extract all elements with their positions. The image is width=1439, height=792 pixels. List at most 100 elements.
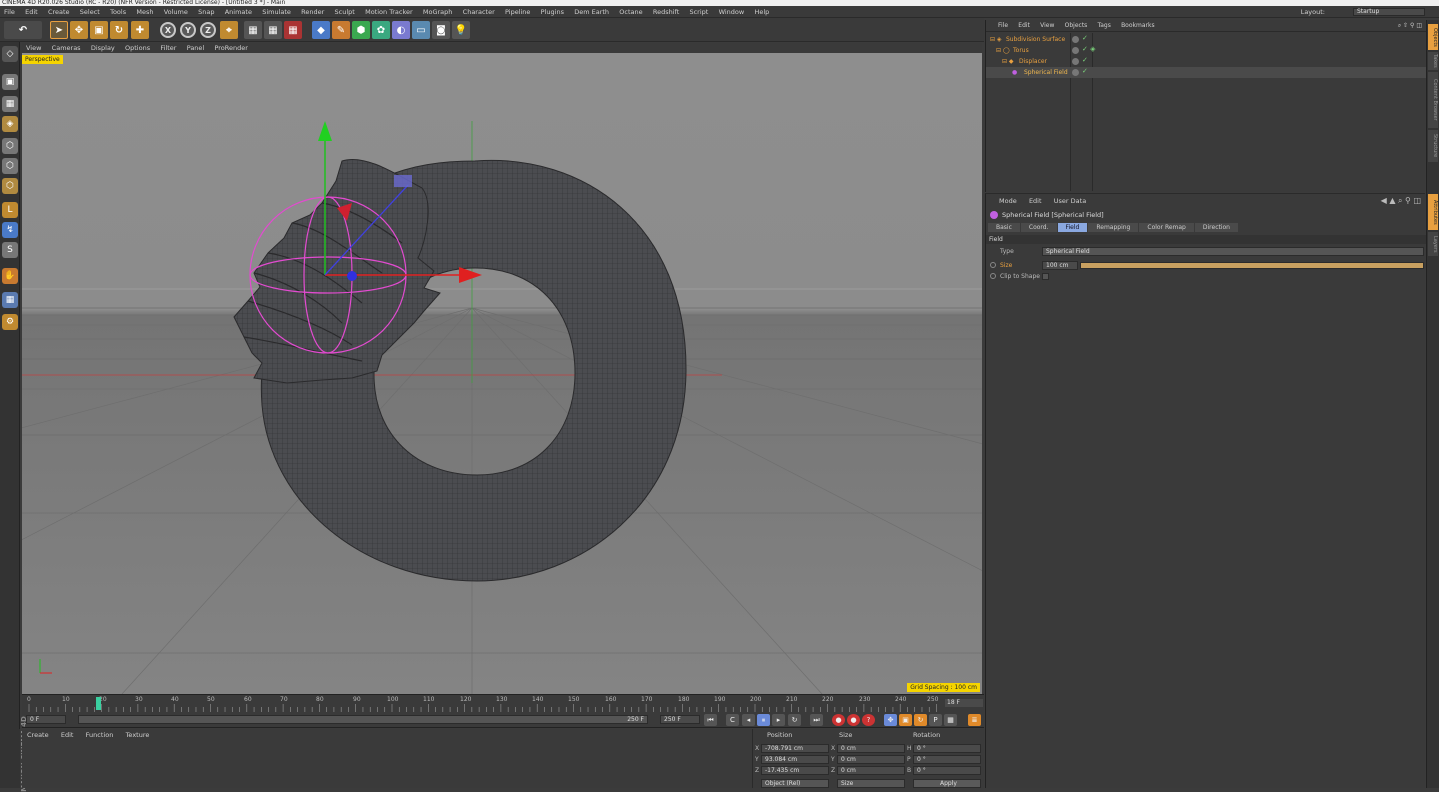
end-frame-field[interactable]: 250 F bbox=[660, 715, 700, 724]
material-menu-function[interactable]: Function bbox=[81, 729, 119, 741]
tab-remapping[interactable]: Remapping bbox=[1088, 223, 1139, 232]
next-frame-icon[interactable]: ▸ bbox=[772, 714, 785, 726]
viewport-scene[interactable] bbox=[22, 53, 982, 694]
z-axis-lock-button[interactable]: Z bbox=[200, 22, 216, 38]
menu-render[interactable]: Render bbox=[297, 6, 328, 18]
visibility-dot[interactable] bbox=[1072, 36, 1079, 43]
model-mode-icon[interactable]: ▣ bbox=[2, 74, 18, 90]
next-key-icon[interactable]: ↻ bbox=[788, 714, 801, 726]
grid-icon[interactable]: ▦ bbox=[2, 292, 18, 308]
menu-help[interactable]: Help bbox=[750, 6, 773, 18]
apply-button[interactable]: Apply bbox=[913, 779, 981, 788]
menu-motion-tracker[interactable]: Motion Tracker bbox=[361, 6, 417, 18]
menu-simulate[interactable]: Simulate bbox=[258, 6, 295, 18]
size-y-field[interactable]: 0 cm bbox=[837, 755, 905, 764]
menu-select[interactable]: Select bbox=[76, 6, 104, 18]
camera-icon[interactable]: ◙ bbox=[432, 21, 450, 39]
menu-redshift[interactable]: Redshift bbox=[649, 6, 683, 18]
timeline-menu-icon[interactable]: ≣ bbox=[968, 714, 981, 726]
polygons-mode-icon[interactable]: ⬡ bbox=[2, 178, 18, 194]
tab-direction[interactable]: Direction bbox=[1194, 223, 1238, 232]
autokey-icon[interactable]: ● bbox=[847, 714, 860, 726]
texture-mode-icon[interactable]: ▦ bbox=[2, 96, 18, 112]
key-position-icon[interactable]: ✥ bbox=[884, 714, 897, 726]
viewport-menu-display[interactable]: Display bbox=[87, 43, 119, 53]
size-z-field[interactable]: 0 cm bbox=[837, 766, 905, 775]
menu-pipeline[interactable]: Pipeline bbox=[501, 6, 534, 18]
menu-animate[interactable]: Animate bbox=[221, 6, 256, 18]
x-axis-lock-button[interactable]: X bbox=[160, 22, 176, 38]
enabled-check-icon[interactable]: ✓ bbox=[1082, 34, 1088, 42]
visibility-dot[interactable] bbox=[1072, 69, 1079, 76]
objmgr-menu-view[interactable]: View bbox=[1036, 20, 1058, 32]
position-z-field[interactable]: -17.435 cm bbox=[761, 766, 829, 775]
perspective-viewport[interactable]: Perspective Grid Spacing : 100 cm ✥⇕⟲◫ bbox=[22, 53, 982, 694]
lock-workplane-icon[interactable]: ⚙ bbox=[2, 314, 18, 330]
render-view-icon[interactable]: ▦ bbox=[244, 21, 262, 39]
attr-menu-mode[interactable]: Mode bbox=[994, 197, 1022, 205]
menu-plugins[interactable]: Plugins bbox=[537, 6, 568, 18]
y-axis-lock-button[interactable]: Y bbox=[180, 22, 196, 38]
rotation-p-field[interactable]: 0 ° bbox=[913, 755, 981, 764]
go-to-end-icon[interactable]: ⏭ bbox=[810, 714, 823, 726]
tab-structure[interactable]: Structure bbox=[1428, 130, 1438, 162]
tab-layers[interactable]: Layers bbox=[1428, 232, 1438, 256]
snap-icon[interactable]: S bbox=[2, 242, 18, 258]
viewport-menu-view[interactable]: View bbox=[22, 43, 45, 53]
tweak-mode-icon[interactable]: ↯ bbox=[2, 222, 18, 238]
enabled-check-icon[interactable]: ✓ bbox=[1082, 67, 1088, 75]
menu-mograph[interactable]: MoGraph bbox=[419, 6, 457, 18]
render-settings-icon[interactable]: ▦ bbox=[284, 21, 302, 39]
tab-objects[interactable]: Objects bbox=[1428, 24, 1438, 50]
viewport-menu-filter[interactable]: Filter bbox=[156, 43, 180, 53]
object-row-torus[interactable]: ⊟ ◯ Torus ✓ ◈ bbox=[986, 45, 1426, 56]
subdivision-icon[interactable]: ⬢ bbox=[352, 21, 370, 39]
key-scale-icon[interactable]: ▣ bbox=[899, 714, 912, 726]
object-row-spherical-field[interactable]: ● Spherical Field ✓ bbox=[986, 67, 1426, 78]
move-icon[interactable]: ✥ bbox=[70, 21, 88, 39]
timeline-ruler[interactable]: 0 10 20 30 40 50 60 70 80 90 100 110 120… bbox=[22, 694, 984, 712]
attr-menu-edit[interactable]: Edit bbox=[1024, 197, 1047, 205]
size-x-field[interactable]: 0 cm bbox=[837, 744, 905, 753]
key-rotation-icon[interactable]: ↻ bbox=[914, 714, 927, 726]
rotate-icon[interactable]: ↻ bbox=[110, 21, 128, 39]
material-menu-edit[interactable]: Edit bbox=[56, 729, 79, 741]
size-slider[interactable] bbox=[1080, 262, 1424, 269]
clip-keyframe-icon[interactable] bbox=[990, 273, 996, 279]
menu-file[interactable]: File bbox=[0, 6, 19, 18]
clip-to-shape-checkbox[interactable] bbox=[1042, 273, 1049, 280]
cube-primitive-icon[interactable]: ◆ bbox=[312, 21, 330, 39]
start-frame-field[interactable]: 0 F bbox=[26, 715, 66, 724]
enabled-check-icon[interactable]: ✓ ◈ bbox=[1082, 45, 1095, 53]
current-frame-field[interactable]: 18 F bbox=[945, 699, 983, 707]
menu-window[interactable]: Window bbox=[715, 6, 749, 18]
objmgr-menu-file[interactable]: File bbox=[994, 20, 1012, 32]
viewport-menu-options[interactable]: Options bbox=[121, 43, 154, 53]
size-field[interactable]: 100 cm bbox=[1042, 261, 1078, 270]
coordinate-mode-select[interactable]: Object (Rel) bbox=[761, 779, 829, 788]
menu-create[interactable]: Create bbox=[44, 6, 74, 18]
objmgr-menu-tags[interactable]: Tags bbox=[1094, 20, 1115, 32]
menu-edit[interactable]: Edit bbox=[21, 6, 42, 18]
deformer-icon[interactable]: ◐ bbox=[392, 21, 410, 39]
go-to-start-icon[interactable]: ⏮ bbox=[704, 714, 717, 726]
tab-content-browser[interactable]: Content Browser bbox=[1428, 72, 1438, 128]
menu-sculpt[interactable]: Sculpt bbox=[331, 6, 359, 18]
render-picture-viewer-icon[interactable]: ▦ bbox=[264, 21, 282, 39]
viewport-menu-prorender[interactable]: ProRender bbox=[210, 43, 251, 53]
menu-volume[interactable]: Volume bbox=[160, 6, 192, 18]
keyframe-selection-icon[interactable]: ? bbox=[862, 714, 875, 726]
size-mode-select[interactable]: Size bbox=[837, 779, 905, 788]
record-icon[interactable]: ● bbox=[832, 714, 845, 726]
frame-range-slider[interactable]: 250 F bbox=[78, 715, 648, 724]
points-mode-icon[interactable]: ⬡ bbox=[2, 138, 18, 154]
tab-attributes[interactable]: Attributes bbox=[1428, 194, 1438, 230]
menu-mesh[interactable]: Mesh bbox=[132, 6, 157, 18]
menu-character[interactable]: Character bbox=[459, 6, 499, 18]
size-keyframe-icon[interactable] bbox=[990, 262, 996, 268]
light-icon[interactable]: 💡 bbox=[452, 21, 470, 39]
tab-basic[interactable]: Basic bbox=[988, 223, 1020, 232]
attr-nav-icons[interactable]: ◀ ▲ ⌕ ⚲ ◫ bbox=[1381, 196, 1421, 206]
previous-key-icon[interactable]: C bbox=[726, 714, 739, 726]
objmgr-menu-bookmarks[interactable]: Bookmarks bbox=[1117, 20, 1159, 32]
